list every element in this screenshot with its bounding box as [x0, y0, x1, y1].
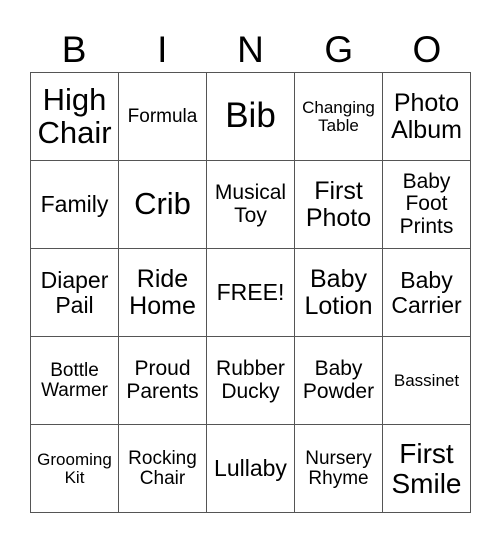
bingo-grid: High Chair Formula Bib Changing Table Ph… [30, 72, 471, 513]
bingo-cell[interactable]: Rubber Ducky [206, 336, 295, 425]
bingo-cell[interactable]: First Smile [382, 424, 471, 513]
bingo-cell[interactable]: Baby Carrier [382, 248, 471, 337]
bingo-cell[interactable]: Formula [118, 72, 207, 161]
bingo-cell[interactable]: Nursery Rhyme [294, 424, 383, 513]
bingo-cell[interactable]: Photo Album [382, 72, 471, 161]
bingo-cell[interactable]: Proud Parents [118, 336, 207, 425]
header-letter-o: O [412, 29, 442, 70]
bingo-cell[interactable]: First Photo [294, 160, 383, 249]
grid-row: Bottle Warmer Proud Parents Rubber Ducky… [30, 336, 471, 425]
grid-row: Grooming Kit Rocking Chair Lullaby Nurse… [30, 424, 471, 513]
bingo-cell[interactable]: Grooming Kit [30, 424, 119, 513]
bingo-cell[interactable]: Lullaby [206, 424, 295, 513]
free-cell[interactable]: FREE! [206, 248, 295, 337]
bingo-cell[interactable]: Bassinet [382, 336, 471, 425]
bingo-cell[interactable]: Baby Powder [294, 336, 383, 425]
bingo-cell[interactable]: Crib [118, 160, 207, 249]
grid-row: Family Crib Musical Toy First Photo Baby… [30, 160, 471, 249]
header-letter-g: G [324, 29, 354, 70]
bingo-cell[interactable]: Rocking Chair [118, 424, 207, 513]
bingo-cell[interactable]: Bib [206, 72, 295, 161]
bingo-cell[interactable]: High Chair [30, 72, 119, 161]
header-letter-b: B [61, 29, 87, 70]
bingo-cell[interactable]: Diaper Pail [30, 248, 119, 337]
grid-row: High Chair Formula Bib Changing Table Ph… [30, 72, 471, 161]
bingo-cell[interactable]: Ride Home [118, 248, 207, 337]
bingo-cell[interactable]: Baby Foot Prints [382, 160, 471, 249]
bingo-cell[interactable]: Changing Table [294, 72, 383, 161]
bingo-header: B I N G O [30, 28, 471, 72]
bingo-cell[interactable]: Bottle Warmer [30, 336, 119, 425]
header-letter-i: I [157, 29, 168, 70]
bingo-cell[interactable]: Musical Toy [206, 160, 295, 249]
bingo-cell[interactable]: Baby Lotion [294, 248, 383, 337]
grid-row: Diaper Pail Ride Home FREE! Baby Lotion … [30, 248, 471, 337]
header-letter-n: N [237, 29, 264, 70]
bingo-cell[interactable]: Family [30, 160, 119, 249]
